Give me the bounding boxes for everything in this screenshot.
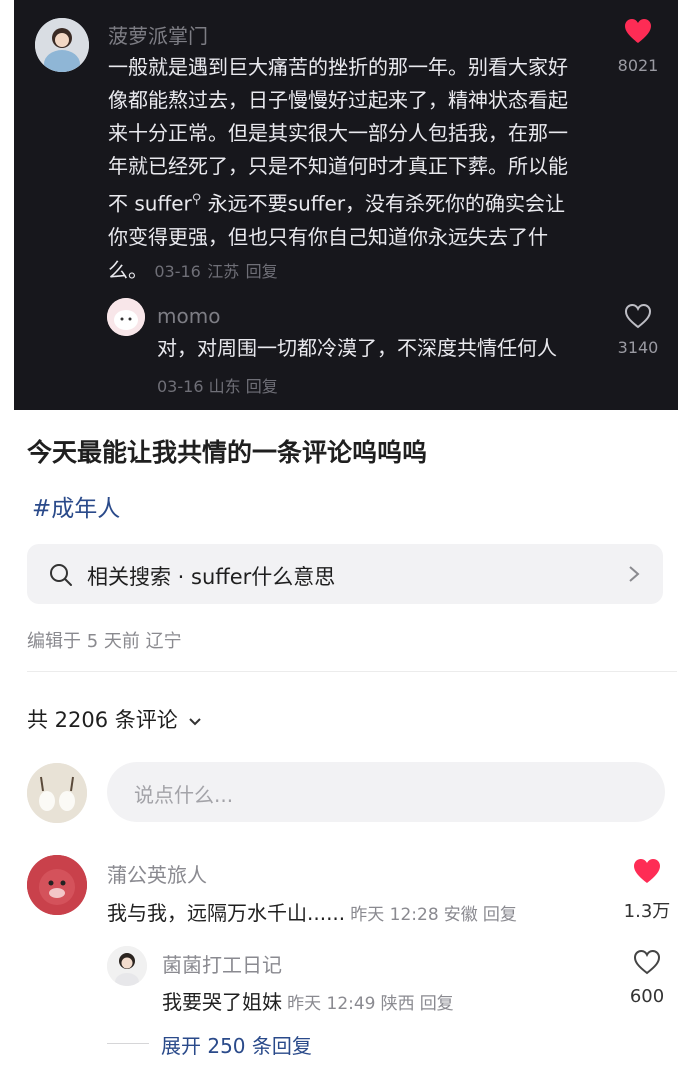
comment-text: 对，对周围一切都冷漠了，不深度共情任何人: [157, 336, 557, 360]
expand-divider: [107, 1043, 149, 1044]
divider: [27, 671, 677, 672]
comment-line: 像都能熬过去，日子慢慢好过起来了，精神状态看起: [108, 88, 568, 112]
edit-info: 编辑于 5 天前 辽宁: [27, 631, 182, 652]
like-button[interactable]: [603, 303, 673, 333]
comment-line: 么。 03-16 江苏 回复: [108, 254, 608, 288]
comment-body: 我与我，远隔万水千山...... 昨天 12:28 安徽 回复: [107, 897, 517, 926]
user-avatar[interactable]: [107, 946, 147, 986]
search-small-icon: ⚲: [191, 192, 202, 207]
post-title: 今天最能让我共情的一条评论呜呜呜: [27, 438, 428, 467]
like-button[interactable]: [612, 949, 682, 979]
like-count: 1.3万: [623, 901, 671, 922]
chevron-right-icon: [629, 566, 640, 582]
avatar-image-icon: [107, 946, 147, 986]
like-button[interactable]: [612, 858, 682, 888]
search-icon: [50, 564, 72, 586]
comment-line: 不 suffer⚲ 永远不要suffer，没有杀死你的确实会让: [108, 183, 608, 221]
heart-filled-icon: [625, 19, 651, 43]
comment-location: 陕西: [380, 994, 415, 1014]
reply-link[interactable]: 回复: [246, 262, 278, 281]
comment-count-sort[interactable]: 共 2206 条评论: [27, 704, 202, 734]
expand-replies-link[interactable]: 展开 250 条回复: [161, 1030, 312, 1059]
comment-username[interactable]: 菠萝派掌门: [108, 20, 208, 49]
comment-location: 山东: [208, 377, 241, 396]
comment-line-end: 么。: [108, 257, 148, 282]
heart-filled-icon: [634, 859, 660, 883]
related-search-bar[interactable]: 相关搜索 · suffer什么意思: [27, 544, 663, 604]
search-keyword-link[interactable]: 不 suffer: [108, 192, 192, 216]
reply-link[interactable]: 回复: [246, 377, 278, 396]
user-avatar[interactable]: [107, 298, 145, 336]
reply-link[interactable]: 回复: [483, 905, 517, 925]
comment-text: 一般就是遇到巨大痛苦的挫折的那一年。别看大家好 像都能熬过去，日子慢慢好过起来了…: [108, 51, 608, 288]
avatar-image-icon: [27, 763, 87, 823]
comment-text: 我与我，远隔万水千山......: [107, 901, 346, 925]
heart-outline-icon: [633, 949, 661, 975]
comment-username[interactable]: momo: [157, 304, 220, 328]
like-count: 3140: [617, 338, 659, 357]
comment-location: 安徽: [443, 905, 478, 925]
comment-username[interactable]: 蒲公英旅人: [107, 859, 207, 888]
comment-line: 一般就是遇到巨大痛苦的挫折的那一年。别看大家好: [108, 55, 568, 79]
comment-input-placeholder: 说点什么...: [134, 783, 234, 807]
like-button[interactable]: [603, 18, 673, 48]
heart-outline-icon: [624, 303, 652, 329]
avatar-image-icon: [35, 18, 89, 72]
comment-input[interactable]: 说点什么...: [107, 762, 665, 822]
avatar-image-icon: [107, 298, 145, 336]
comment-line: 你变得更强，但也只有你自己知道你永远失去了什: [108, 224, 548, 249]
like-count: 8021: [617, 56, 659, 75]
comment-location: 江苏: [207, 261, 240, 281]
like-count: 600: [629, 986, 665, 1007]
chevron-down-icon: [189, 718, 202, 726]
comment-body: 我要哭了姐妹 昨天 12:49 陕西 回复: [162, 986, 454, 1015]
my-avatar[interactable]: [27, 763, 87, 823]
comment-time: 昨天 12:49: [287, 994, 376, 1014]
reply-link[interactable]: 回复: [420, 994, 454, 1014]
user-avatar[interactable]: [35, 18, 89, 72]
comment-line: 年就已经死了，只是不知道何时才真正下葬。所以能: [108, 154, 568, 178]
comment-time: 昨天 12:28: [350, 905, 439, 925]
comment-count-label: 共 2206 条评论: [27, 708, 178, 732]
comment-meta: 03-16 山东 回复: [157, 373, 278, 397]
comment-line-rest: 永远不要suffer，没有杀死你的确实会让: [201, 191, 566, 216]
avatar-image-icon: [27, 855, 87, 915]
comment-username[interactable]: 菌菌打工日记: [162, 949, 282, 978]
hashtag-link[interactable]: #成年人: [32, 489, 120, 523]
comment-date: 03-16: [157, 377, 204, 396]
related-search-text: 相关搜索 · suffer什么意思: [87, 565, 336, 589]
comment-date: 03-16: [154, 261, 201, 281]
user-avatar[interactable]: [27, 855, 87, 915]
comment-line: 来十分正常。但是其实很大一部分人包括我，在那一: [108, 121, 568, 145]
comment-text: 我要哭了姐妹: [162, 990, 282, 1014]
